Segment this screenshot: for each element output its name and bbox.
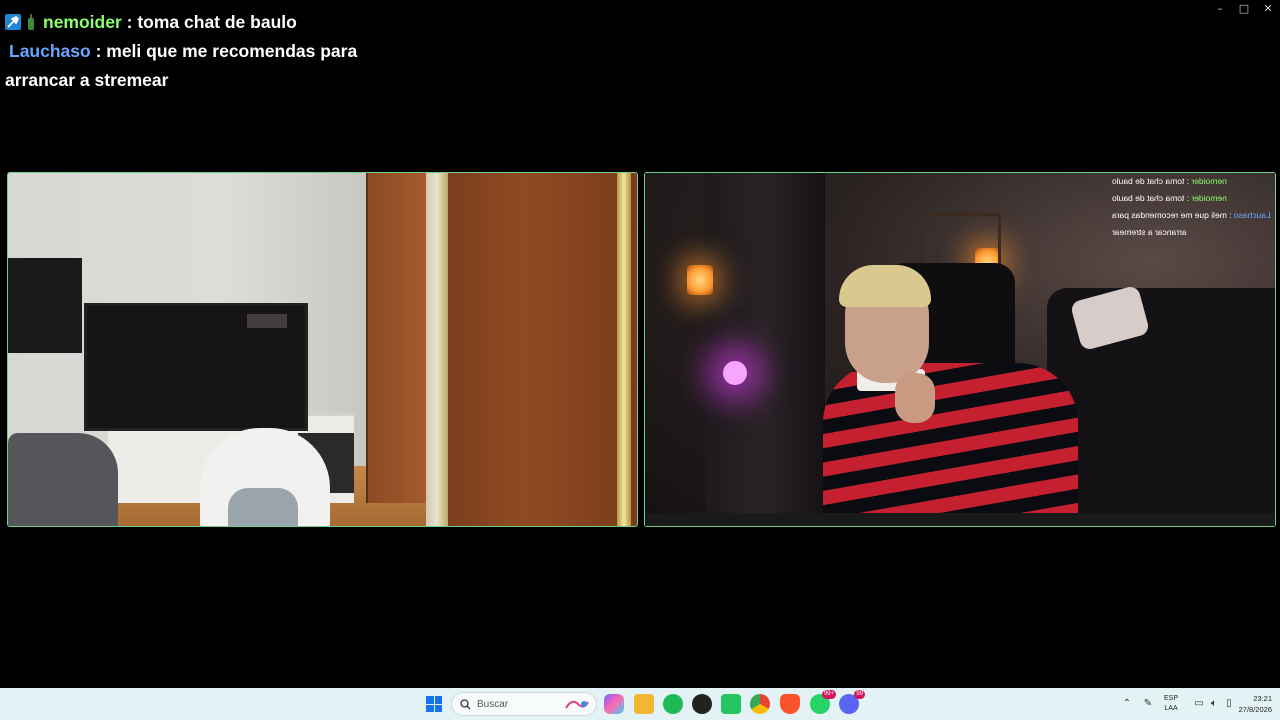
- search-highlight-icon: [565, 700, 589, 709]
- window-controls: – □ ✕: [1208, 0, 1280, 16]
- wardrobe: [448, 173, 637, 526]
- spotify-icon[interactable]: [663, 694, 683, 714]
- cloth: [228, 488, 298, 526]
- person-hand: [895, 373, 935, 423]
- speaker: [8, 258, 82, 353]
- chat-message-continuation: arrancar a stremear: [5, 70, 169, 90]
- chat-text: toma chat de baulo: [137, 12, 297, 32]
- chat-separator: :: [121, 12, 138, 32]
- room-door: [366, 173, 426, 503]
- language-indicator[interactable]: ESP LAA: [1164, 694, 1178, 714]
- curtain: [705, 173, 825, 526]
- search-placeholder: Buscar: [477, 698, 509, 710]
- pen-icon[interactable]: ✎: [1142, 698, 1154, 710]
- desk-edge: [645, 513, 1275, 526]
- chat-username: nemoider: [43, 12, 122, 32]
- minimize-button[interactable]: –: [1208, 0, 1232, 16]
- chat-username: Lauchaso: [9, 41, 91, 61]
- search-icon: [460, 698, 471, 709]
- camera-feed-right: nemoider : toma chat de baulo nemoider :…: [644, 172, 1276, 527]
- person-hair: [839, 265, 931, 307]
- app-dark-icon[interactable]: [692, 694, 712, 714]
- chevron-up-icon[interactable]: ⌃: [1121, 698, 1133, 710]
- television: [84, 303, 308, 431]
- mirrored-chat-line: Lauchaso : meli que me recomendas para: [1112, 210, 1271, 220]
- brave-icon[interactable]: [780, 694, 800, 714]
- door-frame: [426, 173, 448, 526]
- maximize-button[interactable]: □: [1232, 0, 1256, 16]
- tv-reflection: [247, 314, 287, 328]
- chat-overlay: nemoider : toma chat de baulo Lauchaso :…: [5, 8, 385, 95]
- chrome-icon[interactable]: [750, 694, 770, 714]
- chat-separator: :: [90, 41, 107, 61]
- whatsapp-icon[interactable]: 99+: [810, 690, 836, 714]
- wardrobe-edge: [617, 173, 631, 526]
- moderator-icon: [5, 14, 21, 30]
- lamp-left: [687, 265, 713, 295]
- notification-badge: 99+: [821, 690, 836, 699]
- purple-light: [723, 361, 747, 385]
- chat-message: nemoider : toma chat de baulo: [5, 8, 385, 37]
- green-app-icon[interactable]: [721, 694, 741, 714]
- taskbar-search[interactable]: Buscar: [451, 692, 597, 716]
- windows-start-icon[interactable]: [426, 696, 442, 712]
- mirrored-chat-line: arrancar a stremear: [1112, 227, 1187, 237]
- file-explorer-icon[interactable]: [634, 694, 654, 714]
- mirrored-chat-line: nemoider : toma chat de baulo: [1112, 193, 1228, 203]
- mirrored-chat-line: nemoider : toma chat de baulo: [1112, 176, 1228, 186]
- chat-message: Lauchaso : meli que me recomendas para: [5, 37, 385, 66]
- bottle-icon: [27, 10, 35, 30]
- notification-badge: 99: [854, 690, 865, 699]
- mirrored-chat-overlay: nemoider : toma chat de baulo nemoider :…: [1112, 173, 1271, 241]
- taskbar: Buscar 99+ 99 ⌃ ✎ ESP LAA ▭ 🔈︎ ▯ 23:21 2…: [0, 688, 1280, 720]
- clock[interactable]: 23:21 27/8/2026: [1228, 693, 1272, 715]
- camera-feed-left: [7, 172, 638, 527]
- close-button[interactable]: ✕: [1256, 0, 1280, 16]
- volume-icon[interactable]: 🔈︎: [1208, 698, 1220, 710]
- chat-text: meli que me recomendas para: [106, 41, 358, 61]
- blanket: [8, 433, 118, 526]
- monitor-icon[interactable]: ▭: [1193, 698, 1205, 710]
- copilot-icon[interactable]: [604, 694, 624, 714]
- discord-icon[interactable]: 99: [839, 690, 865, 714]
